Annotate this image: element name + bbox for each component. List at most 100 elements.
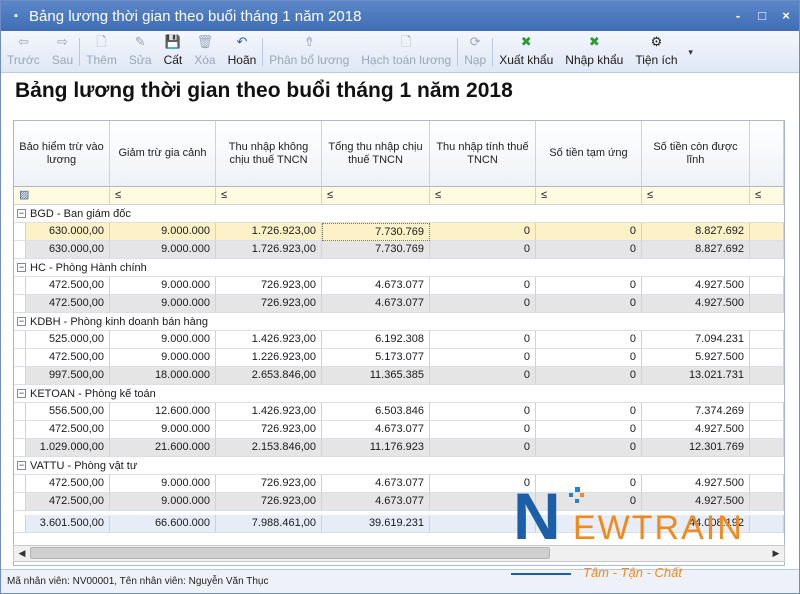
grid-cell[interactable]: 726.923,00	[216, 295, 322, 313]
grid-cell-empty[interactable]	[750, 367, 784, 385]
grid-cell[interactable]: 8.827.692	[642, 241, 750, 259]
grid-cell[interactable]: 0	[536, 367, 642, 385]
group-subtotal-row[interactable]: 997.500,00 18.000.000 2.653.846,00 11.365.3…	[14, 367, 784, 385]
payroll-grid[interactable]: Bảo hiểm trừ vào lương Giảm trừ gia cảnh T…	[13, 120, 785, 566]
grid-cell[interactable]: 472.500,00	[26, 349, 110, 367]
grid-cell[interactable]: 12.301.769	[642, 439, 750, 457]
table-row[interactable]: 472.500,00 9.000.000 726.923,00 4.673.077 0 0…	[14, 277, 784, 295]
grid-cell[interactable]: 726.923,00	[216, 475, 322, 493]
minimize-button[interactable]: -	[729, 5, 747, 25]
grid-cell[interactable]: 13.021.731	[642, 367, 750, 385]
group-row[interactable]: − BGD - Ban giám đốc	[14, 205, 784, 223]
toolbar-button-1[interactable]: ⇨ Sau	[46, 31, 79, 73]
scrollbar-thumb[interactable]	[30, 547, 550, 559]
grid-cell[interactable]: 6.503.846	[322, 403, 430, 421]
toolbar-button-3[interactable]: ✎ Sửa	[123, 31, 158, 73]
grid-cell[interactable]: 0	[430, 349, 536, 367]
grid-cell[interactable]: 12.600.000	[110, 403, 216, 421]
column-header[interactable]: Số tiền tạm ứng	[536, 121, 642, 187]
grid-cell[interactable]: 0	[536, 277, 642, 295]
table-row[interactable]: 472.500,00 9.000.000 726.923,00 4.673.077 0 0…	[14, 475, 784, 493]
grid-cell[interactable]	[536, 515, 642, 533]
grid-cell-empty[interactable]	[750, 475, 784, 493]
grid-cell[interactable]: 0	[536, 295, 642, 313]
toolbar-button-8[interactable]: 🗋 Hạch toán lương	[355, 31, 457, 73]
grid-cell-empty[interactable]	[750, 223, 784, 241]
grid-cell[interactable]: 630.000,00	[26, 223, 110, 241]
scroll-right-icon[interactable]: ▶	[768, 546, 784, 561]
grid-cell[interactable]: 4.927.500	[642, 295, 750, 313]
toolbar-button-6[interactable]: ↶ Hoãn	[222, 31, 263, 73]
grid-cell[interactable]: 525.000,00	[26, 331, 110, 349]
maximize-button[interactable]: □	[753, 5, 771, 25]
table-row[interactable]: 556.500,00 12.600.000 1.426.923,00 6.503.84…	[14, 403, 784, 421]
group-row[interactable]: − VATTU - Phòng vật tư	[14, 457, 784, 475]
grid-cell[interactable]	[430, 515, 536, 533]
grid-cell[interactable]: 66.600.000	[110, 515, 216, 533]
grid-cell[interactable]: 0	[536, 475, 642, 493]
grid-cell[interactable]: 9.000.000	[110, 475, 216, 493]
grid-cell[interactable]: 6.192.308	[322, 331, 430, 349]
scroll-left-icon[interactable]: ◀	[14, 546, 30, 561]
grid-cell[interactable]: 0	[430, 295, 536, 313]
grid-cell[interactable]: 4.927.500	[642, 475, 750, 493]
grid-cell[interactable]: 556.500,00	[26, 403, 110, 421]
column-header[interactable]: Thu nhập không chịu thuế TNCN	[216, 121, 322, 187]
grid-cell[interactable]: 0	[430, 223, 536, 241]
group-subtotal-row[interactable]: 630.000,00 9.000.000 1.726.923,00 7.730.769…	[14, 241, 784, 259]
grid-cell[interactable]: 472.500,00	[26, 493, 110, 511]
close-button[interactable]: ×	[777, 5, 795, 25]
grid-cell-empty[interactable]	[750, 515, 784, 533]
group-subtotal-row[interactable]: 472.500,00 9.000.000 726.923,00 4.673.077 0 0…	[14, 493, 784, 511]
grid-cell[interactable]: 0	[536, 349, 642, 367]
grid-cell[interactable]: 0	[430, 403, 536, 421]
table-row[interactable]: 472.500,00 9.000.000 726.923,00 4.673.077 0 0…	[14, 421, 784, 439]
grid-cell[interactable]: 0	[536, 241, 642, 259]
grid-cell-empty[interactable]	[750, 349, 784, 367]
grid-cell-empty[interactable]	[750, 421, 784, 439]
grid-cell[interactable]: 0	[536, 493, 642, 511]
grid-cell[interactable]: 4.673.077	[322, 421, 430, 439]
filter-input[interactable]: ≤	[642, 187, 750, 205]
grid-cell[interactable]: 472.500,00	[26, 277, 110, 295]
column-header[interactable]: Tổng thu nhập chịu thuế TNCN	[322, 121, 430, 187]
grid-cell[interactable]: 4.673.077	[322, 295, 430, 313]
grid-cell[interactable]: 7.730.769	[322, 241, 430, 259]
table-row[interactable]: 525.000,00 9.000.000 1.426.923,00 6.192.308…	[14, 331, 784, 349]
grid-cell[interactable]: 472.500,00	[26, 421, 110, 439]
horizontal-scrollbar[interactable]: ◀ ▶	[13, 545, 785, 562]
grid-cell[interactable]: 1.726.923,00	[216, 223, 322, 241]
grid-cell[interactable]: 726.923,00	[216, 277, 322, 295]
grand-total-row[interactable]: 3.601.500,00 66.600.000 7.988.461,00 39.619…	[14, 515, 784, 533]
toolbar-button-11[interactable]: ✖ Nhập khẩu	[559, 31, 629, 73]
toolbar-button-4[interactable]: 💾 Cất	[158, 31, 189, 73]
table-row[interactable]: 630.000,00 9.000.000 1.726.923,00 7.730.769…	[14, 223, 784, 241]
table-row[interactable]: 472.500,00 9.000.000 1.226.923,00 5.173.077…	[14, 349, 784, 367]
group-row[interactable]: − HC - Phòng Hành chính	[14, 259, 784, 277]
collapse-group-icon[interactable]: −	[17, 461, 26, 470]
grid-cell[interactable]: 7.094.231	[642, 331, 750, 349]
grid-cell[interactable]: 0	[536, 331, 642, 349]
grid-cell-empty[interactable]	[750, 439, 784, 457]
filter-input[interactable]: ≤	[216, 187, 322, 205]
toolbar-button-7[interactable]: ⇮ Phân bổ lương	[263, 31, 355, 73]
grid-cell[interactable]: 44.008.192	[642, 515, 750, 533]
grid-cell[interactable]: 2.153.846,00	[216, 439, 322, 457]
column-header[interactable]: Thu nhập tính thuế TNCN	[430, 121, 536, 187]
filter-input[interactable]: ≤	[110, 187, 216, 205]
grid-cell[interactable]: 11.176.923	[322, 439, 430, 457]
grid-cell[interactable]: 0	[430, 277, 536, 295]
collapse-group-icon[interactable]: −	[17, 209, 26, 218]
grid-cell[interactable]: 0	[536, 223, 642, 241]
grid-cell[interactable]: 7.730.769	[322, 223, 430, 241]
filter-input[interactable]: ≤	[536, 187, 642, 205]
filter-clear-icon[interactable]: ▨	[14, 187, 110, 205]
toolbar-overflow-icon[interactable]: ▾	[684, 31, 698, 73]
filter-input[interactable]: ≤	[430, 187, 536, 205]
toolbar-button-10[interactable]: ✖ Xuất khẩu	[493, 31, 559, 73]
grid-cell[interactable]: 5.927.500	[642, 349, 750, 367]
grid-cell[interactable]: 726.923,00	[216, 493, 322, 511]
grid-cell[interactable]: 7.988.461,00	[216, 515, 322, 533]
grid-cell-empty[interactable]	[750, 331, 784, 349]
grid-cell-empty[interactable]	[750, 295, 784, 313]
